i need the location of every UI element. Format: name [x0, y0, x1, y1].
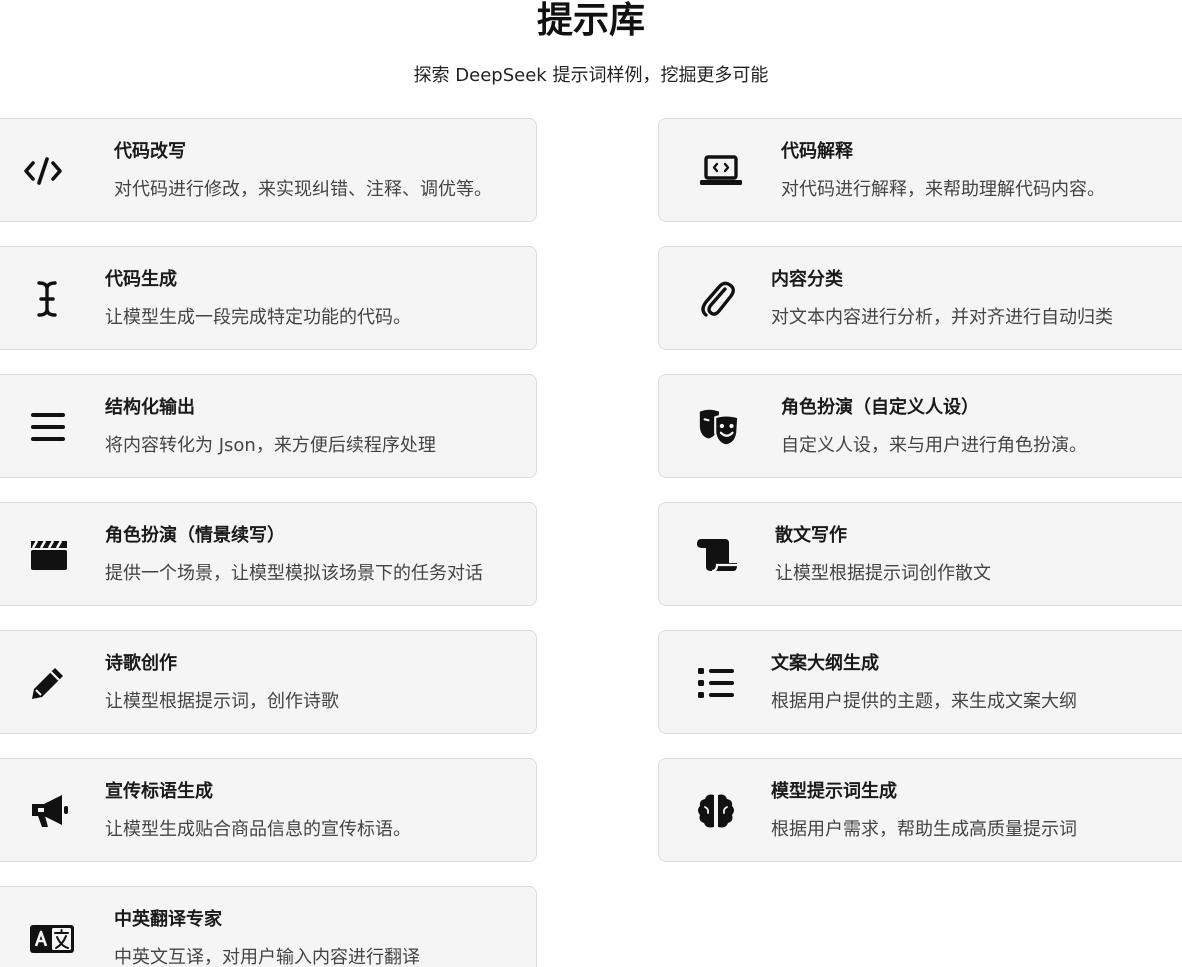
- prompt-card-poetry[interactable]: 诗歌创作 让模型根据提示词，创作诗歌: [0, 630, 537, 734]
- card-description: 对文本内容进行分析，并对齐进行自动归类: [771, 307, 1113, 328]
- brain-icon: [692, 787, 740, 835]
- card-description: 将内容转化为 Json，来方便后续程序处理: [105, 435, 436, 456]
- card-title: 诗歌创作: [105, 653, 177, 674]
- prompt-card-code-generate[interactable]: 代码生成 让模型生成一段完成特定功能的代码。: [0, 246, 537, 350]
- card-title: 内容分类: [771, 269, 843, 290]
- card-title: 代码改写: [114, 141, 186, 162]
- prompt-card-translation[interactable]: 中英翻译专家 中英文互译，对用户输入内容进行翻译: [0, 886, 537, 967]
- megaphone-icon: [25, 787, 73, 835]
- card-description: 让模型生成一段完成特定功能的代码。: [105, 307, 411, 328]
- scroll-icon: [693, 531, 741, 579]
- card-description: 让模型生成贴合商品信息的宣传标语。: [105, 819, 411, 840]
- page-subtitle: 探索 DeepSeek 提示词样例，挖掘更多可能: [413, 65, 769, 86]
- prompt-card-copy-outline[interactable]: 文案大纲生成 根据用户提供的主题，来生成文案大纲: [658, 630, 1182, 734]
- menu-lines-icon: [24, 403, 72, 451]
- prompt-card-code-rewrite[interactable]: 代码改写 对代码进行修改，来实现纠错、注释、调优等。: [0, 118, 537, 222]
- list-icon: [692, 659, 740, 707]
- code-icon: [19, 147, 67, 195]
- card-description: 根据用户提供的主题，来生成文案大纲: [771, 691, 1077, 712]
- card-description: 自定义人设，来与用户进行角色扮演。: [781, 435, 1087, 456]
- clapperboard-icon: [25, 531, 73, 579]
- card-description: 中英文互译，对用户输入内容进行翻译: [114, 947, 420, 967]
- card-title: 结构化输出: [105, 397, 195, 418]
- prompt-card-content-classify[interactable]: 内容分类 对文本内容进行分析，并对齐进行自动归类: [658, 246, 1182, 350]
- text-cursor-icon: [23, 275, 71, 323]
- card-title: 代码生成: [105, 269, 177, 290]
- prompt-card-code-explain[interactable]: 代码解释 对代码进行解释，来帮助理解代码内容。: [658, 118, 1182, 222]
- prompt-card-structured-output[interactable]: 结构化输出 将内容转化为 Json，来方便后续程序处理: [0, 374, 537, 478]
- card-description: 对代码进行解释，来帮助理解代码内容。: [781, 179, 1105, 200]
- card-description: 让模型根据提示词，创作诗歌: [105, 691, 339, 712]
- card-title: 文案大纲生成: [771, 653, 879, 674]
- card-description: 让模型根据提示词创作散文: [775, 563, 991, 584]
- card-title: 角色扮演（情景续写）: [105, 525, 285, 546]
- translate-icon: [28, 915, 76, 963]
- card-title: 角色扮演（自定义人设）: [781, 397, 979, 418]
- card-description: 根据用户需求，帮助生成高质量提示词: [771, 819, 1077, 840]
- prompt-card-prose-writing[interactable]: 散文写作 让模型根据提示词创作散文: [658, 502, 1182, 606]
- card-title: 模型提示词生成: [771, 781, 897, 802]
- card-title: 散文写作: [775, 525, 847, 546]
- card-title: 中英翻译专家: [114, 909, 222, 930]
- card-description: 对代码进行修改，来实现纠错、注释、调优等。: [114, 179, 492, 200]
- prompt-card-roleplay-scenario[interactable]: 角色扮演（情景续写） 提供一个场景，让模型模拟该场景下的任务对话: [0, 502, 537, 606]
- pencil-icon: [24, 659, 72, 707]
- card-description: 提供一个场景，让模型模拟该场景下的任务对话: [105, 563, 483, 584]
- theater-masks-icon: [696, 403, 744, 451]
- prompt-card-roleplay-persona[interactable]: 角色扮演（自定义人设） 自定义人设，来与用户进行角色扮演。: [658, 374, 1182, 478]
- page-title: 提示库: [536, 0, 645, 41]
- card-title: 代码解释: [781, 141, 853, 162]
- prompt-card-slogan[interactable]: 宣传标语生成 让模型生成贴合商品信息的宣传标语。: [0, 758, 537, 862]
- laptop-code-icon: [697, 147, 745, 195]
- paperclip-icon: [693, 275, 741, 323]
- card-title: 宣传标语生成: [105, 781, 213, 802]
- prompt-card-prompt-generate[interactable]: 模型提示词生成 根据用户需求，帮助生成高质量提示词: [658, 758, 1182, 862]
